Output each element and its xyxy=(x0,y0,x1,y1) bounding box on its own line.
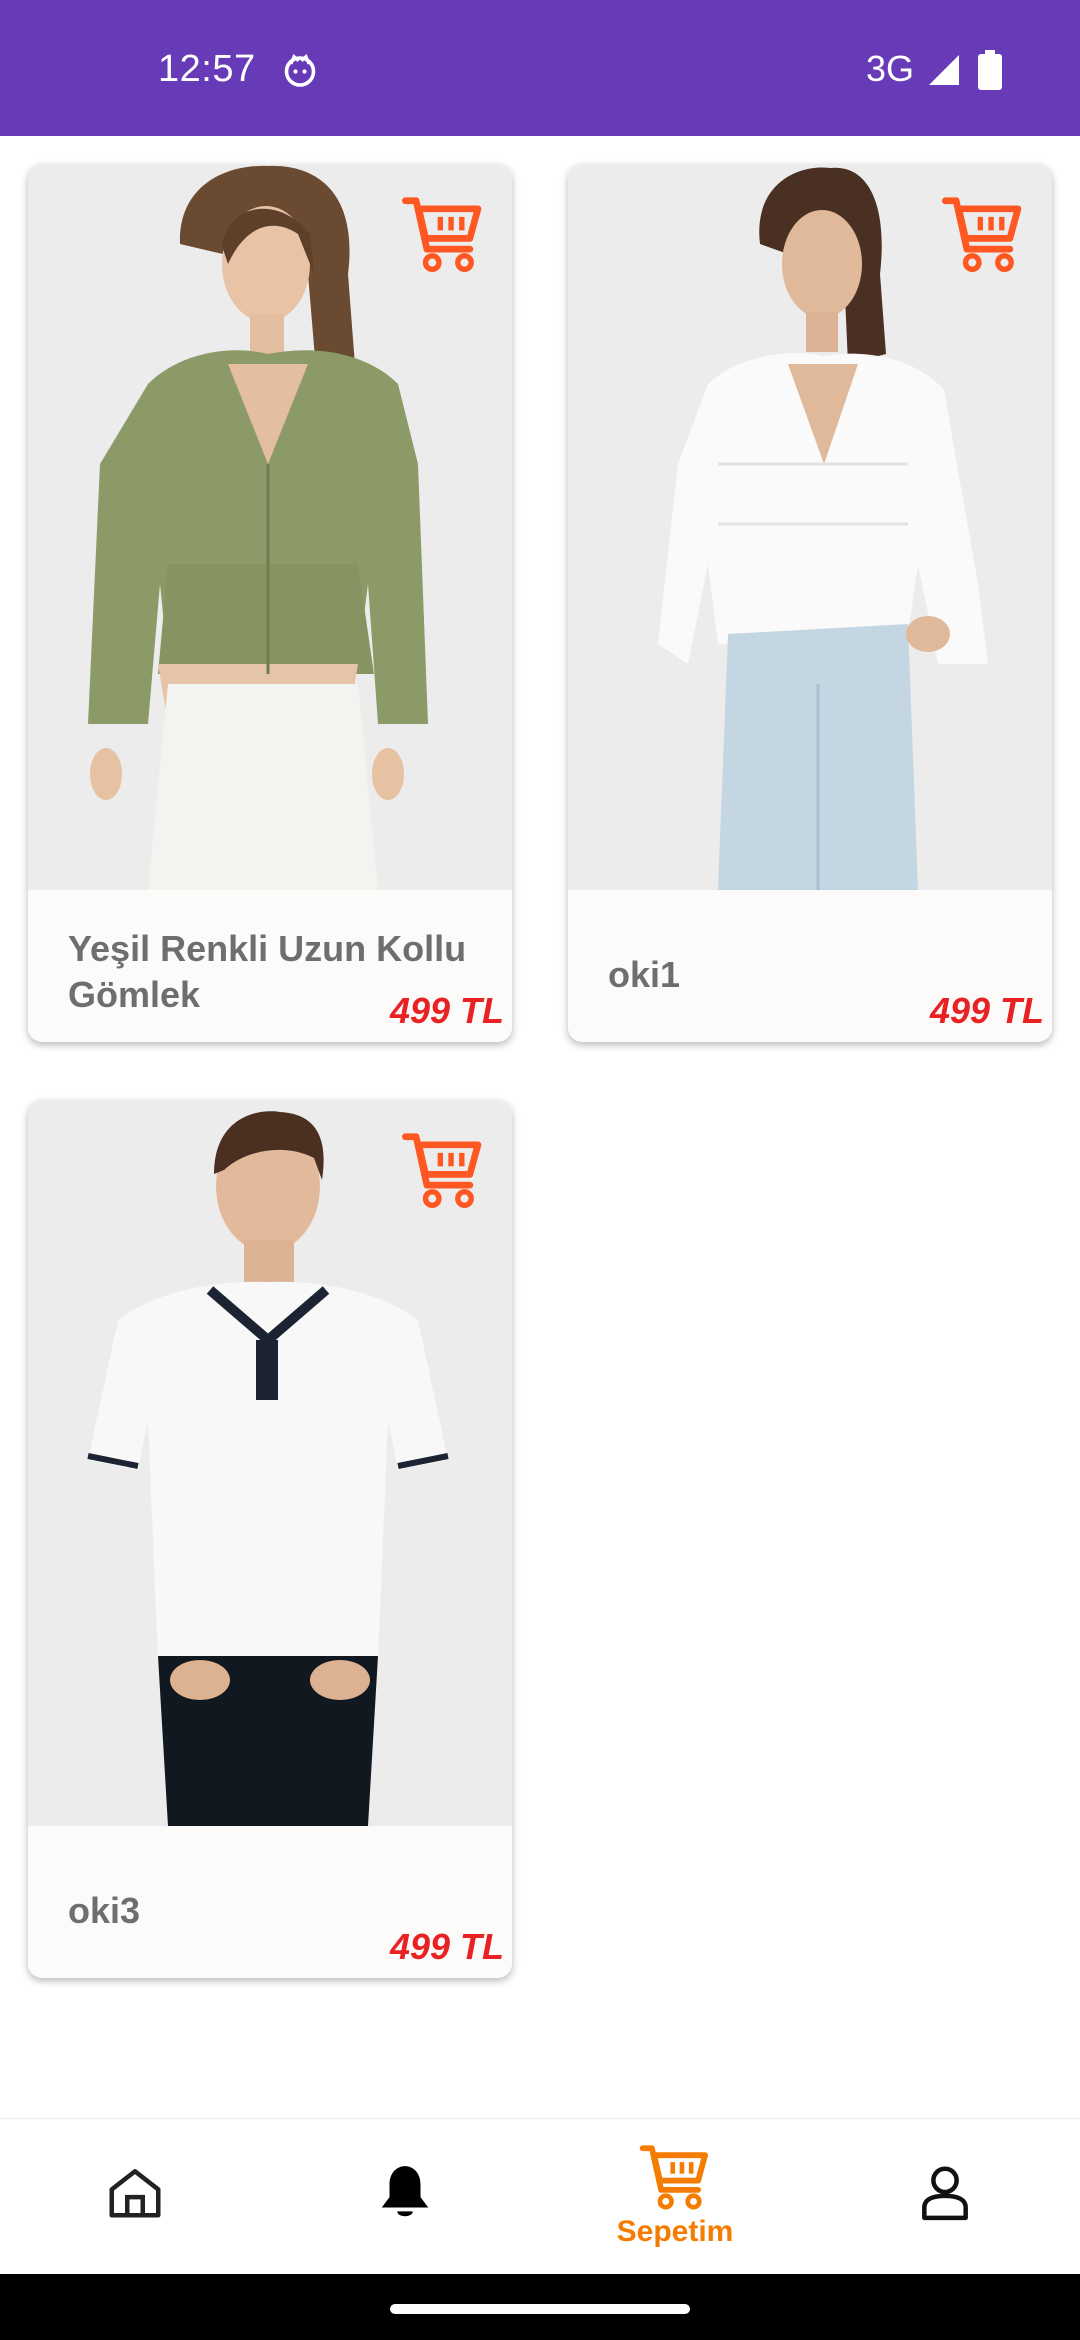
nav-notifications[interactable] xyxy=(270,2119,540,2275)
add-to-cart-icon[interactable] xyxy=(400,1126,486,1212)
network-type: 3G xyxy=(866,48,915,89)
nav-profile[interactable] xyxy=(810,2119,1080,2275)
cart-icon xyxy=(639,2145,708,2210)
system-gesture-bar xyxy=(0,2274,1080,2340)
product-card[interactable]: oki3 499 TL xyxy=(28,1100,512,1978)
product-card[interactable]: oki1 499 TL xyxy=(568,164,1052,1042)
status-time: 12:57 xyxy=(158,48,256,90)
product-card[interactable]: Yeşil Renkli Uzun Kollu Gömlek 499 TL xyxy=(28,164,512,1042)
product-name[interactable]: oki3 xyxy=(68,1888,140,1934)
bottom-navigation: Sepetim xyxy=(0,2118,1080,2274)
add-to-cart-icon[interactable] xyxy=(940,190,1026,276)
gesture-handle[interactable] xyxy=(390,2304,690,2314)
signal-icon xyxy=(929,55,959,85)
battery-icon xyxy=(978,50,1002,90)
profile-icon xyxy=(922,2166,968,2221)
nav-home[interactable] xyxy=(0,2119,270,2275)
home-icon xyxy=(109,2169,161,2218)
nav-cart[interactable]: Sepetim xyxy=(540,2119,810,2275)
product-price: 499 TL xyxy=(389,990,504,1031)
product-price: 499 TL xyxy=(389,1926,504,1967)
product-price: 499 TL xyxy=(929,990,1044,1031)
nav-cart-label: Sepetim xyxy=(616,2215,734,2248)
product-name[interactable]: oki1 xyxy=(608,952,680,998)
cat-icon xyxy=(284,53,316,87)
add-to-cart-icon[interactable] xyxy=(400,190,486,276)
status-bar: 12:57 3G xyxy=(0,0,1080,136)
bell-icon xyxy=(381,2166,429,2217)
